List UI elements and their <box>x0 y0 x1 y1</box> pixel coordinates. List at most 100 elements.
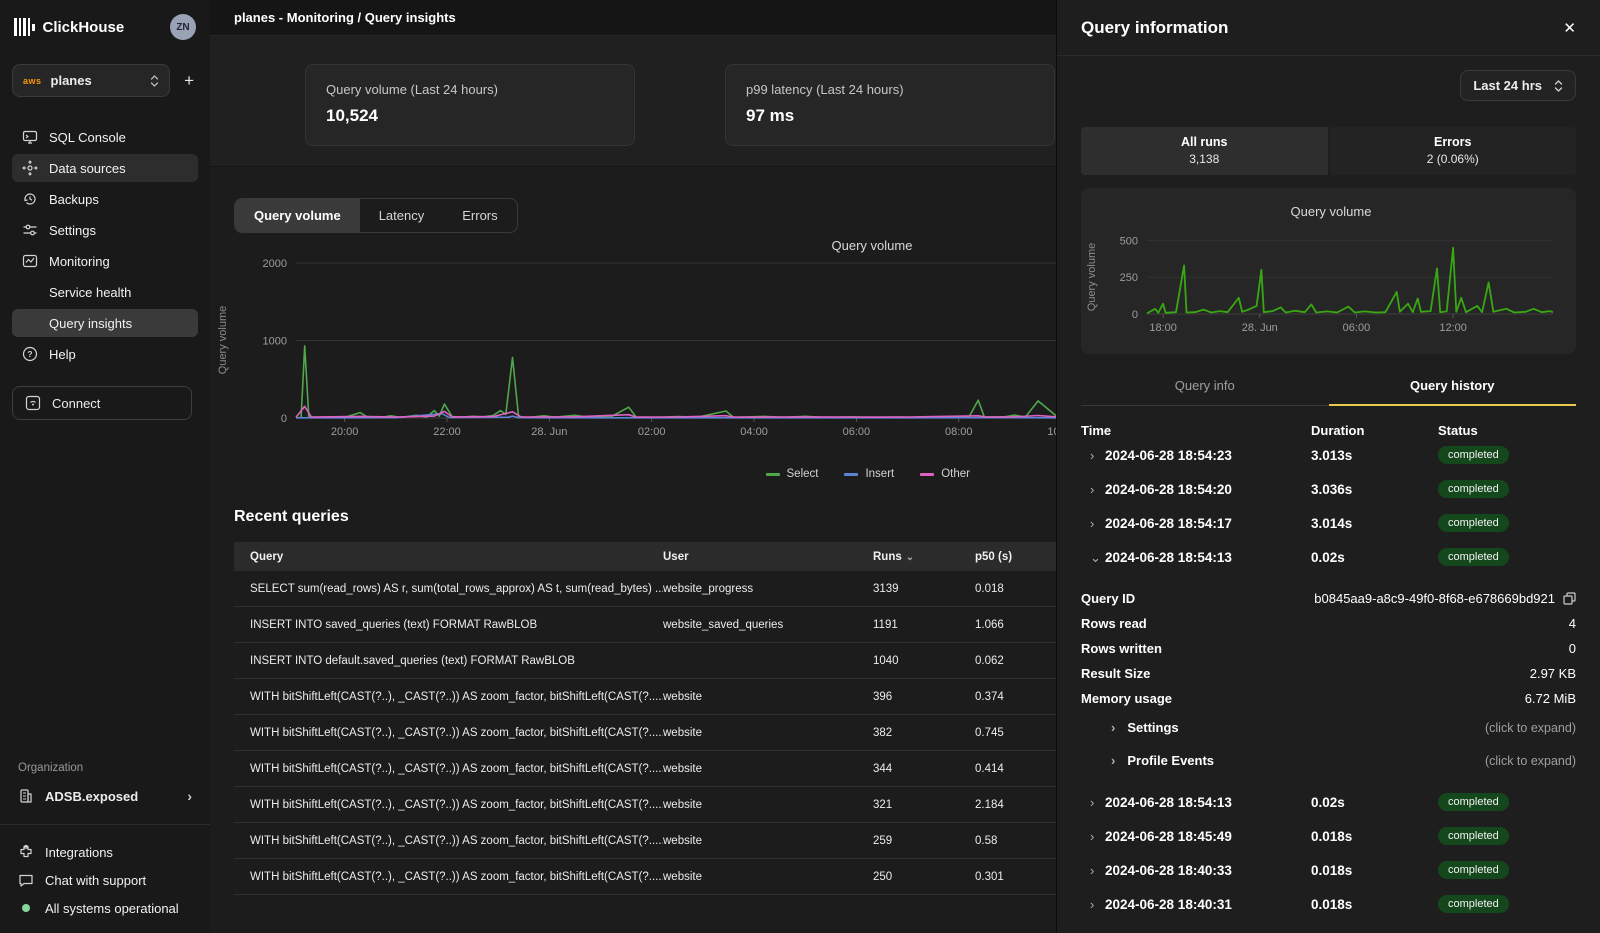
tab-latency[interactable]: Latency <box>360 199 444 232</box>
table-row[interactable]: INSERT INTO default.saved_queries (text)… <box>234 643 1056 679</box>
column-user[interactable]: User <box>663 551 873 563</box>
history-duration: 0.018s <box>1311 863 1438 878</box>
expandable-section[interactable]: ›Profile Events(click to expand) <box>1081 744 1576 777</box>
tab-query-volume[interactable]: Query volume <box>235 199 360 232</box>
history-row[interactable]: ⌄2024-06-28 18:54:130.02scompleted <box>1081 540 1576 574</box>
cell-runs: 259 <box>873 835 975 847</box>
table-row[interactable]: WITH bitShiftLeft(CAST(?..), _CAST(?..))… <box>234 751 1056 787</box>
legend-item-select[interactable]: Select <box>766 468 819 480</box>
expandable-section[interactable]: ›Settings(click to expand) <box>1081 711 1576 744</box>
detail-value: 0 <box>1569 641 1576 656</box>
service-selector[interactable]: aws planes <box>12 64 170 97</box>
system-status[interactable]: All systems operational <box>12 895 198 921</box>
y-tick-label: 0 <box>1132 309 1138 321</box>
history-row[interactable]: ›2024-06-28 18:54:233.013scompleted <box>1081 438 1576 472</box>
column-runs[interactable]: Runs⌄ <box>873 551 975 563</box>
detail-row: Memory usage6.72 MiB <box>1081 686 1576 711</box>
sidebar-item-data-sources[interactable]: Data sources <box>12 154 198 182</box>
tab-all-runs[interactable]: All runs 3,138 <box>1081 127 1328 175</box>
status-badge: completed <box>1438 514 1509 532</box>
x-tick-label: 08:00 <box>945 426 973 438</box>
legend-label: Other <box>941 468 970 480</box>
history-row[interactable]: ›2024-06-28 18:45:490.018scompleted <box>1081 819 1576 853</box>
panel-header: Query information ✕ <box>1057 0 1600 56</box>
cell-user: website <box>663 835 873 847</box>
tab-errors[interactable]: Errors <box>443 199 516 232</box>
cell-query: WITH bitShiftLeft(CAST(?..), _CAST(?..))… <box>234 799 663 811</box>
help-icon: ? <box>22 346 38 362</box>
cell-p50: 0.374 <box>975 691 1056 703</box>
time-range-value: Last 24 hrs <box>1473 78 1542 93</box>
history-duration: 3.013s <box>1311 448 1438 463</box>
close-icon[interactable]: ✕ <box>1563 19 1576 37</box>
chevron-updown-icon <box>150 74 159 88</box>
table-row[interactable]: SELECT sum(read_rows) AS r, sum(total_ro… <box>234 571 1056 607</box>
table-header: Query User Runs⌄ p50 (s) <box>234 542 1056 571</box>
chevron-right-icon[interactable]: › <box>1081 516 1105 531</box>
history-status: completed <box>1438 548 1576 566</box>
service-selector-label: planes <box>51 73 92 88</box>
tab-errors-count[interactable]: Errors 2 (0.06%) <box>1330 127 1577 175</box>
history-row[interactable]: ›2024-06-28 18:40:310.018scompleted <box>1081 887 1576 921</box>
legend-item-insert[interactable]: Insert <box>844 468 894 480</box>
time-range-select[interactable]: Last 24 hrs <box>1460 70 1576 101</box>
table-row[interactable]: WITH bitShiftLeft(CAST(?..), _CAST(?..))… <box>234 823 1056 859</box>
legend-label: Insert <box>865 468 894 480</box>
copy-icon[interactable] <box>1563 592 1576 605</box>
settings-icon <box>22 222 38 238</box>
sidebar-item-integrations[interactable]: Integrations <box>12 839 198 865</box>
tab-query-history[interactable]: Query history <box>1329 369 1577 405</box>
y-tick-label: 2000 <box>263 258 287 270</box>
sidebar-item-query-insights[interactable]: Query insights <box>12 309 198 337</box>
status-badge: completed <box>1438 793 1509 811</box>
detail-value-text: 0 <box>1569 641 1576 656</box>
chevron-right-icon[interactable]: › <box>1081 448 1105 463</box>
history-row[interactable]: ›2024-06-28 18:40:330.018scompleted <box>1081 853 1576 887</box>
chevron-right-icon[interactable]: › <box>1081 897 1105 912</box>
sidebar-item-backups[interactable]: Backups <box>12 185 198 213</box>
table-row[interactable]: WITH bitShiftLeft(CAST(?..), _CAST(?..))… <box>234 787 1056 823</box>
table-row[interactable]: WITH bitShiftLeft(CAST(?..), _CAST(?..))… <box>234 859 1056 895</box>
chevron-right-icon[interactable]: › <box>1081 482 1105 497</box>
chevron-right-icon: › <box>1111 720 1115 735</box>
chevron-right-icon[interactable]: › <box>1081 863 1105 878</box>
sidebar-item-label: Help <box>49 347 76 362</box>
legend-item-other[interactable]: Other <box>920 468 970 480</box>
history-row[interactable]: ›2024-06-28 18:54:203.036scompleted <box>1081 472 1576 506</box>
chevron-down-icon[interactable]: ⌄ <box>1081 550 1105 566</box>
table-row[interactable]: WITH bitShiftLeft(CAST(?..), _CAST(?..))… <box>234 679 1056 715</box>
chevron-right-icon[interactable]: › <box>1081 795 1105 810</box>
add-service-button[interactable]: + <box>180 71 198 91</box>
breadcrumb-text: planes - Monitoring / Query insights <box>234 10 456 25</box>
detail-row: Result Size 2.97 KB <box>1081 661 1576 686</box>
integrations-icon <box>18 844 34 860</box>
history-row[interactable]: ›2024-06-28 18:54:173.014scompleted <box>1081 506 1576 540</box>
sidebar-item-help[interactable]: ? Help <box>12 340 198 368</box>
cell-user: website <box>663 763 873 775</box>
table-row[interactable]: WITH bitShiftLeft(CAST(?..), _CAST(?..))… <box>234 715 1056 751</box>
table-row[interactable]: INSERT INTO saved_queries (text) FORMAT … <box>234 607 1056 643</box>
chevron-right-icon[interactable]: › <box>1081 829 1105 844</box>
chart-title: Query volume <box>832 238 913 253</box>
detail-label: Result Size <box>1081 666 1150 681</box>
column-p50[interactable]: p50 (s) <box>975 551 1056 563</box>
sidebar-item-monitoring[interactable]: Monitoring <box>12 247 198 275</box>
x-tick-label: 12:00 <box>1439 322 1467 334</box>
column-query[interactable]: Query <box>234 551 663 563</box>
detail-value: 4 <box>1569 616 1576 631</box>
detail-value: 2.97 KB <box>1530 666 1576 681</box>
tab-query-info[interactable]: Query info <box>1081 369 1329 405</box>
history-row[interactable]: ›2024-06-28 18:54:130.02scompleted <box>1081 785 1576 819</box>
sidebar-item-settings[interactable]: Settings <box>12 216 198 244</box>
sidebar-item-service-health[interactable]: Service health <box>12 278 198 306</box>
sidebar-item-chat-support[interactable]: Chat with support <box>12 867 198 893</box>
organization-selector[interactable]: ADSB.exposed › <box>12 784 198 808</box>
user-avatar[interactable]: ZN <box>170 14 196 40</box>
history-duration: 0.018s <box>1311 829 1438 844</box>
detail-value-text: 2.97 KB <box>1530 666 1576 681</box>
summary-section: Query volume (Last 24 hours) 10,524 p99 … <box>210 35 1056 167</box>
sidebar-item-sql-console[interactable]: SQL Console <box>12 123 198 151</box>
connect-button[interactable]: Connect <box>12 386 192 420</box>
sidebar-item-label: Service health <box>49 285 131 300</box>
detail-value-text: 4 <box>1569 616 1576 631</box>
